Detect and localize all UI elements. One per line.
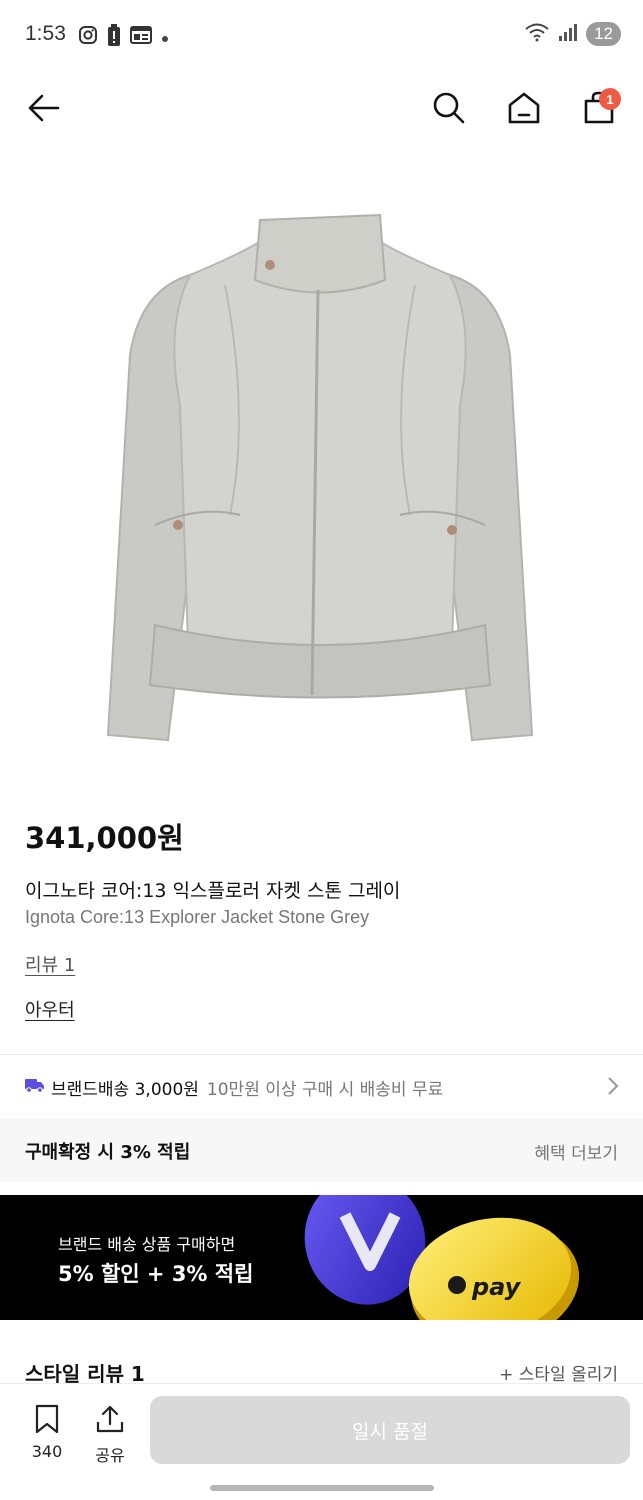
status-bar: 1:53 12: [0, 0, 643, 70]
search-button[interactable]: [427, 88, 471, 132]
instagram-icon: [78, 25, 98, 49]
product-image[interactable]: [80, 195, 560, 755]
category-link[interactable]: 아우터: [25, 996, 75, 1022]
status-icons-left: [78, 24, 169, 50]
cart-button[interactable]: 1: [577, 88, 621, 132]
section-divider: [0, 1054, 643, 1055]
share-button[interactable]: 공유: [87, 1404, 133, 1466]
search-icon: [432, 91, 466, 129]
banner-title: 5% 할인 + 3% 적립: [58, 1262, 254, 1286]
purchase-reward-row: 구매확정 시 3% 적립 혜택 더보기: [0, 1118, 643, 1182]
product-name-english: Ignota Core:13 Explorer Jacket Stone Gre…: [25, 907, 370, 927]
home-indicator: [210, 1485, 434, 1491]
share-icon: [95, 1404, 125, 1438]
news-icon: [130, 26, 152, 48]
status-icons-right: 12: [524, 22, 621, 46]
back-arrow-icon: [27, 93, 61, 127]
share-label: 공유: [95, 1446, 125, 1465]
product-name-korean: 이그노타 코어:13 익스플로러 자켓 스톤 그레이: [25, 880, 401, 902]
bookmark-button[interactable]: 340: [24, 1404, 70, 1461]
bookmark-icon: [34, 1404, 60, 1438]
bookmark-count: 340: [31, 1442, 63, 1461]
pay-coin-illustration: pay: [304, 1195, 580, 1320]
home-button[interactable]: [502, 88, 546, 132]
review-count-link[interactable]: 리뷰 1: [25, 951, 75, 977]
battery-indicator: 12: [586, 22, 621, 46]
battery-alert-icon: [107, 24, 121, 50]
cart-count-badge: 1: [599, 88, 621, 110]
truck-icon: [25, 1077, 45, 1097]
coin-pay-text: pay: [471, 1273, 522, 1301]
shipping-info-row[interactable]: 브랜드배송 3,000원 10만원 이상 구매 시 배송비 무료: [0, 1058, 643, 1116]
dot-icon: [161, 28, 169, 47]
shipping-fee: 브랜드배송 3,000원: [51, 1079, 199, 1100]
free-shipping-note: 10만원 이상 구매 시 배송비 무료: [206, 1079, 444, 1100]
wifi-icon: [524, 22, 550, 46]
reward-title: 구매확정 시 3% 적립: [25, 1142, 191, 1163]
status-time: 1:53: [25, 22, 66, 45]
bottom-action-bar: 340 공유 일시 품절: [0, 1383, 643, 1500]
style-review-header: 스타일 리뷰 1 + 스타일 올리기: [0, 1340, 643, 1386]
add-style-review-button[interactable]: + 스타일 올리기: [499, 1360, 618, 1385]
signal-icon: [558, 23, 578, 45]
product-price: 341,000원: [25, 821, 184, 855]
chevron-right-icon: [607, 1076, 619, 1100]
promo-banner[interactable]: 브랜드 배송 상품 구매하면 5% 할인 + 3% 적립 pay: [0, 1195, 643, 1320]
sold-out-button[interactable]: 일시 품절: [150, 1396, 630, 1464]
home-icon: [507, 91, 541, 129]
banner-subtitle: 브랜드 배송 상품 구매하면: [58, 1235, 236, 1254]
back-button[interactable]: [22, 88, 66, 132]
benefits-more-link[interactable]: 혜택 더보기: [534, 1139, 618, 1164]
top-navigation: 1: [0, 80, 643, 140]
